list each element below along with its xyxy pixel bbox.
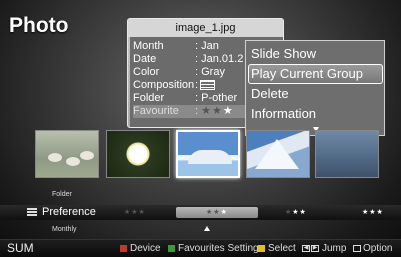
favourites-setting-hint[interactable]: Favourites Setting xyxy=(168,240,259,257)
info-key: Favourite xyxy=(133,105,179,117)
hint-label: Favourites Setting xyxy=(178,243,259,254)
menu-item-play-current-group[interactable]: Play Current Group xyxy=(248,64,383,84)
option-popup-menu: Slide Show Play Current Group Delete Inf… xyxy=(245,40,385,136)
yellow-button-icon xyxy=(258,245,265,252)
option-hint[interactable]: Option xyxy=(353,240,392,257)
rating-group[interactable]: ★★★ xyxy=(362,205,384,220)
jump-hint[interactable]: ◀ ▶ Jump xyxy=(302,240,346,257)
rating-group[interactable]: ★★★ xyxy=(124,205,146,220)
photo-thumbnail[interactable] xyxy=(315,130,379,178)
sort-option-preference[interactable]: Preference xyxy=(42,205,96,220)
hint-label: Option xyxy=(363,243,393,254)
sort-option-monthly[interactable]: Monthly xyxy=(52,226,77,233)
red-button-icon xyxy=(120,245,127,252)
device-hint[interactable]: Device xyxy=(120,240,161,257)
photo-thumbnail[interactable] xyxy=(246,130,310,178)
sheep-icon xyxy=(48,153,62,162)
info-value: : xyxy=(195,105,199,117)
filled-stars: ★ xyxy=(222,105,234,117)
green-button-icon xyxy=(168,245,175,252)
filled-stars: ★★ xyxy=(292,209,307,216)
page-title: Photo xyxy=(9,14,69,37)
info-key: Color xyxy=(133,66,160,78)
hint-label: Jump xyxy=(322,243,347,254)
info-key: Date xyxy=(133,53,157,65)
menu-item-slide-show[interactable]: Slide Show xyxy=(248,44,384,64)
menu-item-information[interactable]: Information xyxy=(248,104,384,124)
sheep-icon xyxy=(80,151,94,160)
sort-option-folder[interactable]: Folder xyxy=(52,191,72,198)
info-value: : xyxy=(195,79,199,91)
jump-buttons-icon: ◀ ▶ xyxy=(302,245,319,252)
empty-stars: ★★ xyxy=(201,105,223,117)
filled-stars: ★ xyxy=(220,209,228,216)
file-name: image_1.jpg xyxy=(128,19,283,37)
empty-stars: ★★ xyxy=(206,209,221,216)
select-hint[interactable]: Select xyxy=(258,240,296,257)
mode-label: SUM xyxy=(7,241,34,255)
photo-thumbnail[interactable] xyxy=(35,130,99,178)
snow-hill-icon xyxy=(188,150,232,164)
menu-item-delete[interactable]: Delete xyxy=(248,84,384,104)
empty-stars: ★★★ xyxy=(124,209,146,216)
photo-thumbnail[interactable] xyxy=(106,130,170,178)
rating-group-selected[interactable]: ★★★ xyxy=(206,205,228,220)
hint-label: Select xyxy=(268,243,296,254)
info-key: Month xyxy=(133,40,164,52)
composition-icon xyxy=(200,80,216,91)
mountain-icon xyxy=(255,139,299,169)
list-icon xyxy=(27,208,37,216)
info-key: Composition xyxy=(133,79,195,91)
up-arrow-icon xyxy=(204,226,210,231)
info-key: Folder xyxy=(133,92,165,104)
bottom-hint-bar: SUM Device Favourites Setting Select ◀ ▶ … xyxy=(0,239,401,257)
photo-thumbnail-selected[interactable] xyxy=(176,130,240,178)
sheep-icon xyxy=(66,157,80,166)
rating-group[interactable]: ★★★ xyxy=(285,205,307,220)
filled-stars: ★★★ xyxy=(362,209,384,216)
favourite-stars-icon: ★★★ xyxy=(201,105,234,117)
photo-browser-screen: Photo image_1.jpg Month : Jan Date : Jan… xyxy=(0,0,401,257)
tools-button-icon xyxy=(353,245,361,252)
hint-label: Device xyxy=(130,243,161,254)
